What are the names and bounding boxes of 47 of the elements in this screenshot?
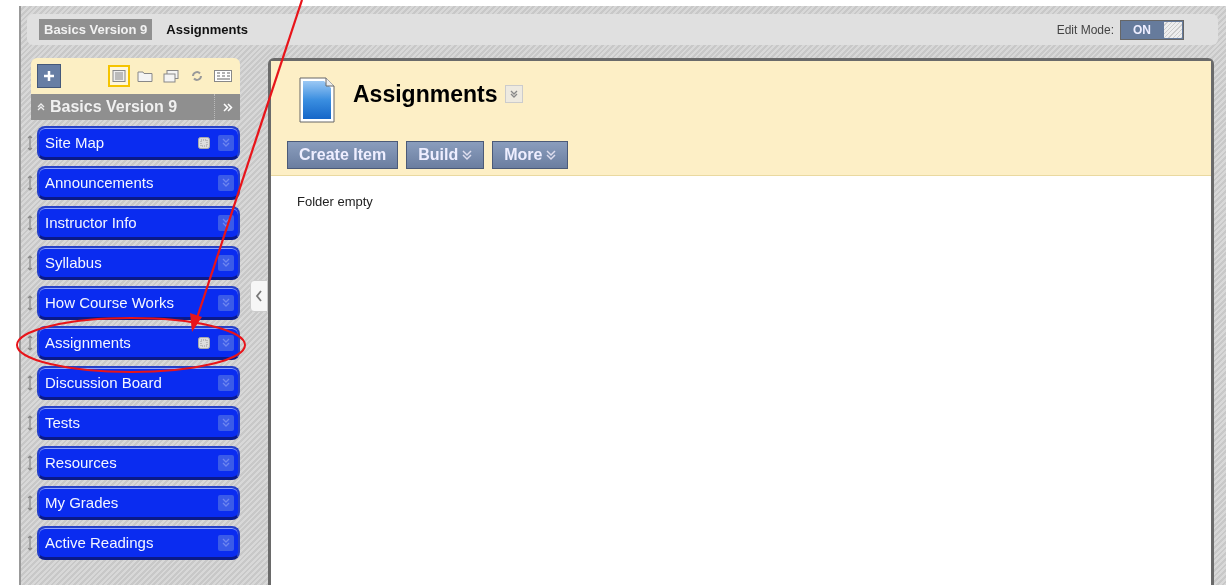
double-chevron-right-icon bbox=[222, 102, 233, 112]
menu-item[interactable]: How Course Works bbox=[37, 286, 240, 320]
menu-item[interactable]: Active Readings bbox=[37, 526, 240, 560]
list-view-icon[interactable] bbox=[108, 65, 130, 87]
chevron-icon[interactable] bbox=[218, 534, 234, 551]
drag-handle-icon[interactable] bbox=[27, 295, 33, 311]
chevron-icon[interactable] bbox=[218, 174, 234, 191]
chevron-icon[interactable] bbox=[218, 494, 234, 511]
collapse-icon[interactable] bbox=[37, 103, 45, 111]
title-options-button[interactable] bbox=[505, 85, 524, 103]
drag-handle-icon[interactable] bbox=[27, 335, 33, 351]
chevron-icon[interactable] bbox=[218, 254, 234, 271]
drag-handle-icon[interactable] bbox=[27, 415, 33, 431]
page-title: Assignments bbox=[353, 80, 498, 108]
chevron-left-icon bbox=[255, 290, 263, 302]
empty-folder-message: Folder empty bbox=[297, 194, 374, 209]
chevron-icon[interactable] bbox=[218, 414, 234, 431]
edit-mode-toggle[interactable]: ON bbox=[1120, 19, 1184, 40]
edit-mode-label: Edit Mode: bbox=[1056, 22, 1114, 37]
menu-item[interactable]: Resources bbox=[37, 446, 240, 480]
menu-item[interactable]: Tests bbox=[37, 406, 240, 440]
plus-icon bbox=[43, 70, 55, 82]
menu-item[interactable]: Assignments bbox=[37, 326, 240, 360]
add-menu-item-button[interactable] bbox=[37, 64, 61, 88]
collapse-sidebar-button[interactable] bbox=[250, 280, 268, 312]
menu-item[interactable]: My Grades bbox=[37, 486, 240, 520]
drag-handle-icon[interactable] bbox=[27, 455, 33, 471]
menu-item[interactable]: Site Map bbox=[37, 126, 240, 160]
menu-item[interactable]: Announcements bbox=[37, 166, 240, 200]
chevron-icon[interactable] bbox=[218, 134, 234, 151]
chevron-icon[interactable] bbox=[218, 294, 234, 311]
drag-handle-icon[interactable] bbox=[27, 495, 33, 511]
chevron-icon[interactable] bbox=[218, 454, 234, 471]
drag-handle-icon[interactable] bbox=[27, 255, 33, 271]
document-icon bbox=[299, 77, 335, 123]
drag-handle-icon[interactable] bbox=[27, 135, 33, 151]
menu-item[interactable]: Syllabus bbox=[37, 246, 240, 280]
menu-item[interactable]: Discussion Board bbox=[37, 366, 240, 400]
drag-handle-icon[interactable] bbox=[27, 215, 33, 231]
double-chevron-down-icon bbox=[509, 89, 520, 99]
drag-handle-icon[interactable] bbox=[27, 375, 33, 391]
current-page-breadcrumb: Assignments bbox=[166, 22, 248, 37]
chevron-icon[interactable] bbox=[218, 374, 234, 391]
drag-handle-icon[interactable] bbox=[27, 535, 33, 551]
chevron-icon[interactable] bbox=[218, 334, 234, 351]
menu-item[interactable]: Instructor Info bbox=[37, 206, 240, 240]
drag-handle-icon[interactable] bbox=[27, 175, 33, 191]
